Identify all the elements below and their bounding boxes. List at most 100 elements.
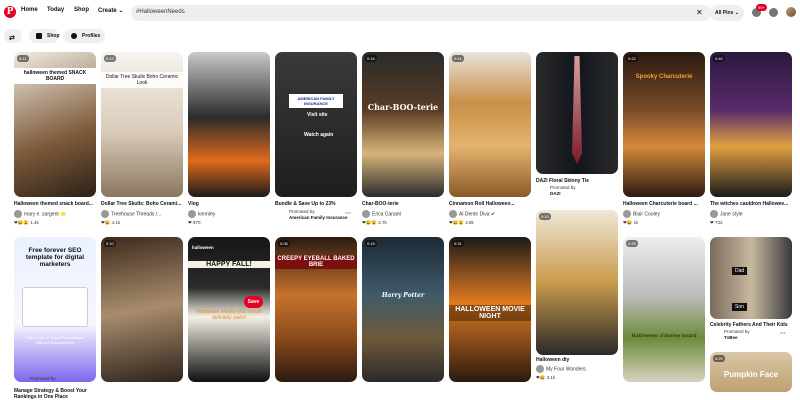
filter-bar: ⇄ Shop Profiles <box>0 29 800 45</box>
pin-caption: Dollar Tree Skulls Boho Ceramic Look <box>101 72 183 88</box>
tie-image <box>572 56 582 164</box>
notification-badge: 99+ <box>756 4 767 11</box>
pin-card[interactable]: 0:10 <box>101 237 183 382</box>
shopping-bag-icon <box>36 33 42 39</box>
person-icon <box>71 33 77 39</box>
pin-caption: Harry Potter <box>381 292 425 299</box>
visit-site-link[interactable]: Visit site <box>307 112 327 118</box>
pin-reactions: ❤ 970 <box>188 220 201 225</box>
pin-caption: halloween themed SNACK BOARD <box>14 68 96 84</box>
pin-card[interactable]: 0:11 halloween themed SNACK BOARD <box>14 52 96 197</box>
pin-card-promoted[interactable]: AMERICAN FAMILY INSURANCE Visit site Wat… <box>275 52 357 197</box>
pin-title[interactable]: DAZI Floral Skinny Tie <box>536 178 618 184</box>
pin-title[interactable]: Halloween Charcuterie board ... <box>623 201 705 207</box>
pin-caption: Free forever SEO template for digital ma… <box>25 247 85 268</box>
pin-caption: HALLOWEEN MOVIE NIGHT <box>449 305 531 321</box>
pin-card[interactable]: 0:16 Char-BOO-terie <box>362 52 444 197</box>
pin-caption: halloween <box>192 245 214 250</box>
pin-user[interactable]: Treehouse Threads /... <box>101 210 161 218</box>
pin-card-promoted[interactable] <box>536 52 618 174</box>
pin-title[interactable]: Char-BOO-terie <box>362 201 444 207</box>
pin-title[interactable]: Bundle & Save Up to 23% <box>275 201 357 207</box>
pin-card[interactable]: 0:29 Pumpkin Face <box>710 352 792 392</box>
pin-card[interactable]: 0:22 Spooky Charcuterie <box>623 52 705 197</box>
pin-card[interactable]: 0:13 Dollar Tree Skulls Boho Ceramic Loo… <box>101 52 183 197</box>
save-button[interactable]: Save <box>244 296 263 308</box>
nav-home[interactable]: Home <box>21 7 38 13</box>
pin-card[interactable]: 0:41 <box>449 52 531 197</box>
pin-caption-overlay: Halloween Movies you should definitely w… <box>195 309 263 321</box>
avatar <box>710 210 718 218</box>
pin-card[interactable]: 0:40 <box>710 52 792 197</box>
messages-icon[interactable] <box>769 8 778 17</box>
nav-create[interactable]: Create ⌄ <box>98 7 123 14</box>
pin-user[interactable]: mary e. sargent 🌟 <box>14 210 66 218</box>
avatar <box>623 210 631 218</box>
watch-again-button[interactable]: Watch again <box>304 132 333 138</box>
promoted-by: Promoted by American Family Insurance <box>289 209 348 220</box>
brand-banner: AMERICAN FAMILY INSURANCE <box>289 94 343 108</box>
avatar <box>536 365 544 373</box>
pinterest-logo-icon[interactable]: P <box>4 6 16 18</box>
pin-caption: Spooky Charcuterie <box>635 74 693 80</box>
pin-reactions: ❤😄😮 2.7k <box>362 220 387 225</box>
pin-card-promoted[interactable]: Dad Son <box>710 237 792 319</box>
pin-caption: Char-BOO-terie <box>367 102 439 112</box>
pin-reactions: ❤😄 4.1k <box>101 220 121 225</box>
profile-avatar[interactable] <box>786 7 796 17</box>
pin-title[interactable]: Celebrity Fathers And Their Kids <box>710 322 792 328</box>
pin-user[interactable]: Jane style <box>710 210 743 218</box>
pin-reactions: ❤😄 3.1k <box>536 375 556 380</box>
pin-card[interactable] <box>188 52 270 197</box>
pin-title[interactable]: Halloween themed snack board... <box>14 201 96 207</box>
nav-today[interactable]: Today <box>47 7 64 13</box>
pin-caption: Dad <box>732 267 748 275</box>
search-bar[interactable]: #HalloweenNeeds ✕ <box>131 5 711 21</box>
promoted-label: Promoted by <box>30 376 56 381</box>
pin-subcaption: Plan Posts & Track Performance Without S… <box>26 335 84 345</box>
pin-card-promoted[interactable]: Free forever SEO template for digital ma… <box>14 237 96 382</box>
pin-reactions: ❤😄😮 1.4k <box>14 220 39 225</box>
more-options-icon[interactable]: ··· <box>780 331 786 337</box>
filter-settings-button[interactable]: ⇄ <box>4 29 22 43</box>
pin-card[interactable]: 0:15 <box>536 210 618 355</box>
pin-title[interactable]: The witches cauldron Hallowee... <box>710 201 792 207</box>
avatar <box>188 210 196 218</box>
avatar <box>449 210 457 218</box>
pin-reactions: ❤ 732 <box>710 220 723 225</box>
pin-caption: CREEPY EYEBALL BAKED BRIE <box>275 255 357 269</box>
spreadsheet-preview <box>22 287 88 327</box>
pin-card[interactable]: 0:25 Halloween S'mores board <box>623 237 705 382</box>
pin-user[interactable]: kennley <box>188 210 215 218</box>
pin-caption: Pumpkin Face <box>723 370 779 379</box>
promoted-by: Promoted by TvBee <box>724 329 750 340</box>
pin-user[interactable]: Blair Cooley <box>623 210 660 218</box>
top-bar: P Home Today Shop Create ⌄ #HalloweenNee… <box>0 0 800 26</box>
pin-card[interactable]: halloween HAPPY FALL! Halloween Movies y… <box>188 237 270 382</box>
promoted-by: Promoted by DAZI <box>550 185 576 196</box>
pin-card[interactable]: 0:06 CREEPY EYEBALL BAKED BRIE <box>275 237 357 382</box>
search-input[interactable]: #HalloweenNeeds <box>136 9 185 15</box>
pin-title[interactable]: Manage Strategy & Boost Your Rankings in… <box>14 388 96 400</box>
pin-title[interactable]: Halloween diy <box>536 357 618 363</box>
all-pins-dropdown[interactable]: All Pins ⌄ <box>710 5 744 21</box>
profiles-filter-button[interactable]: Profiles <box>64 29 105 43</box>
pin-card[interactable]: 0:19 Harry Potter <box>362 237 444 382</box>
pin-reactions: ❤😄 1k <box>623 220 639 225</box>
pin-card[interactable]: 0:31 HALLOWEEN MOVIE NIGHT <box>449 237 531 382</box>
pin-user[interactable]: Erica Canant <box>362 210 401 218</box>
shop-filter-button[interactable]: Shop <box>29 29 60 43</box>
pin-user[interactable]: Al Dente Diva ✔ <box>449 210 495 218</box>
pin-user[interactable]: My Four Wonders <box>536 365 586 373</box>
pin-caption: Halloween S'mores board <box>631 333 697 339</box>
pin-grid: 0:11 halloween themed SNACK BOARD Hallow… <box>0 52 800 400</box>
pin-title[interactable]: Cinnamon Roll Halloween... <box>449 201 531 207</box>
clear-search-icon[interactable]: ✕ <box>696 8 703 17</box>
pin-title[interactable]: Vlog <box>188 201 270 207</box>
pin-title[interactable]: Dollar Tree Skulls: Boho Cerami... <box>101 201 183 207</box>
more-options-icon[interactable]: ··· <box>345 211 351 217</box>
avatar <box>101 210 109 218</box>
avatar <box>14 210 22 218</box>
avatar <box>362 210 370 218</box>
nav-shop[interactable]: Shop <box>74 7 89 13</box>
